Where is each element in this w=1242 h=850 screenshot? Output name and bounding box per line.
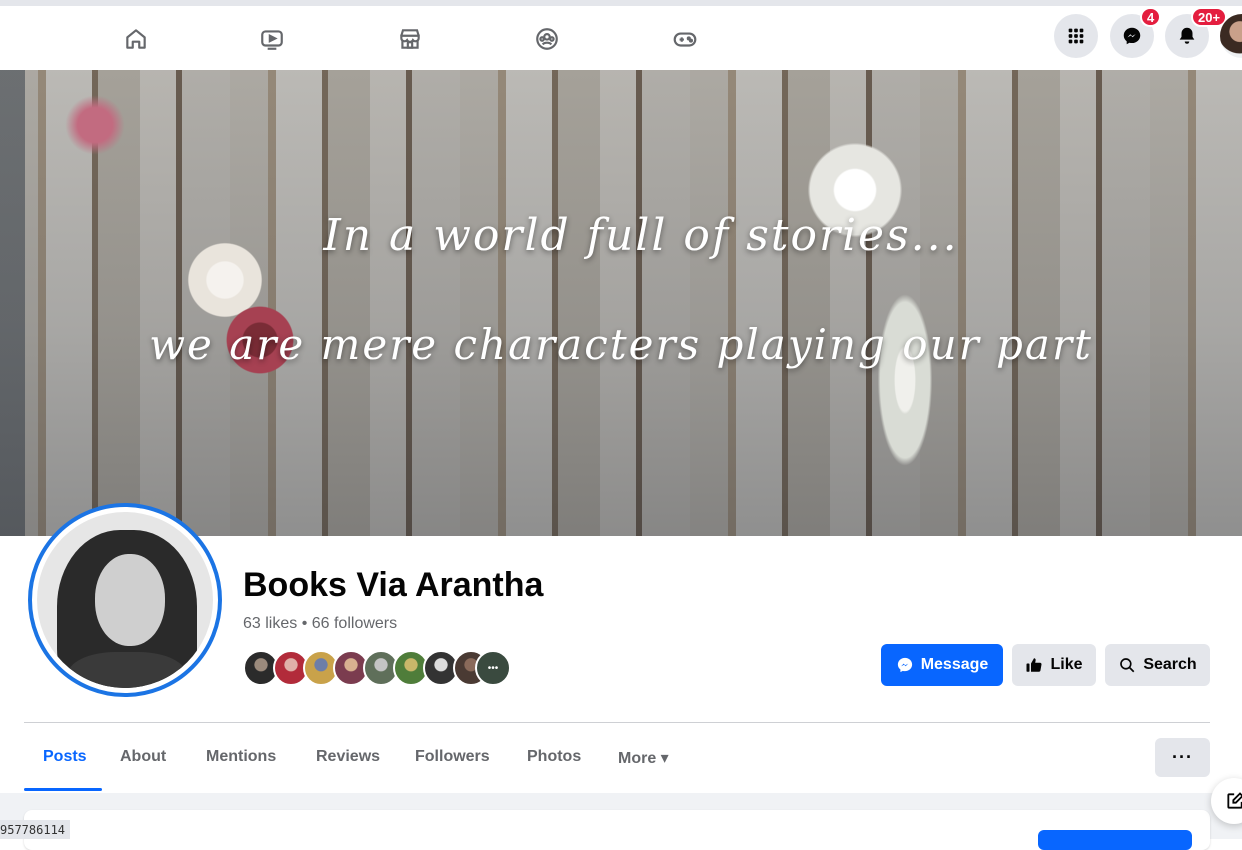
tab-mentions[interactable]: Mentions (206, 748, 276, 766)
groups-icon[interactable] (530, 22, 564, 56)
like-button[interactable]: Like (1012, 644, 1096, 686)
header-divider (24, 722, 1210, 723)
profile-photo (37, 512, 213, 688)
messenger-badge: 4 (1140, 7, 1162, 27)
notifications-button[interactable]: 20+ (1165, 7, 1228, 58)
grid-icon (1068, 28, 1084, 44)
cover-shade (0, 70, 1242, 536)
feed-primary-button[interactable] (1038, 830, 1192, 850)
id-tag: 957786114 (0, 820, 71, 839)
search-button-label: Search (1143, 656, 1197, 673)
search-button[interactable]: Search (1105, 644, 1210, 686)
cover-text-line-1: In a world full of stories... (323, 210, 959, 261)
notifications-badge: 20+ (1191, 7, 1228, 27)
tab-more[interactable]: More ▾ (618, 748, 669, 768)
message-button[interactable]: Message (881, 644, 1003, 686)
top-navigation-bar: 4 20+ (0, 0, 1242, 70)
cover-flower (60, 90, 130, 160)
active-tab-indicator (24, 788, 102, 791)
like-button-label: Like (1050, 656, 1083, 673)
marketplace-icon[interactable] (393, 22, 427, 56)
compose-icon (1227, 792, 1242, 809)
watch-icon[interactable] (255, 22, 289, 56)
menu-grid-button[interactable] (1054, 14, 1098, 58)
tab-photos[interactable]: Photos (527, 748, 581, 766)
profile-picture[interactable] (28, 503, 222, 697)
gaming-icon[interactable] (668, 22, 702, 56)
message-button-label: Message (920, 656, 989, 673)
messenger-button[interactable]: 4 (1110, 7, 1162, 58)
tab-reviews[interactable]: Reviews (316, 748, 380, 766)
tab-followers[interactable]: Followers (415, 748, 490, 766)
tab-posts[interactable]: Posts (43, 748, 87, 766)
tab-about[interactable]: About (120, 748, 166, 766)
search-icon (1120, 658, 1135, 673)
follower-avatars[interactable]: ••• (243, 650, 513, 686)
page-stats[interactable]: 63 likes • 66 followers (243, 615, 397, 633)
thumbs-up-icon (1026, 658, 1043, 672)
feed-card (24, 810, 1210, 850)
more-options-button[interactable]: ··· (1155, 738, 1210, 777)
more-followers-avatar[interactable]: ••• (475, 650, 511, 686)
cover-text-line-2: we are mere characters playing our part (149, 320, 1093, 369)
bell-icon (1179, 27, 1195, 44)
messenger-icon (897, 657, 912, 673)
cover-photo[interactable]: In a world full of stories... we are mer… (0, 70, 1242, 536)
messenger-icon (1123, 27, 1141, 45)
cover-flower (870, 270, 940, 490)
page-title: Books Via Arantha (243, 566, 544, 604)
home-icon[interactable] (119, 22, 153, 56)
